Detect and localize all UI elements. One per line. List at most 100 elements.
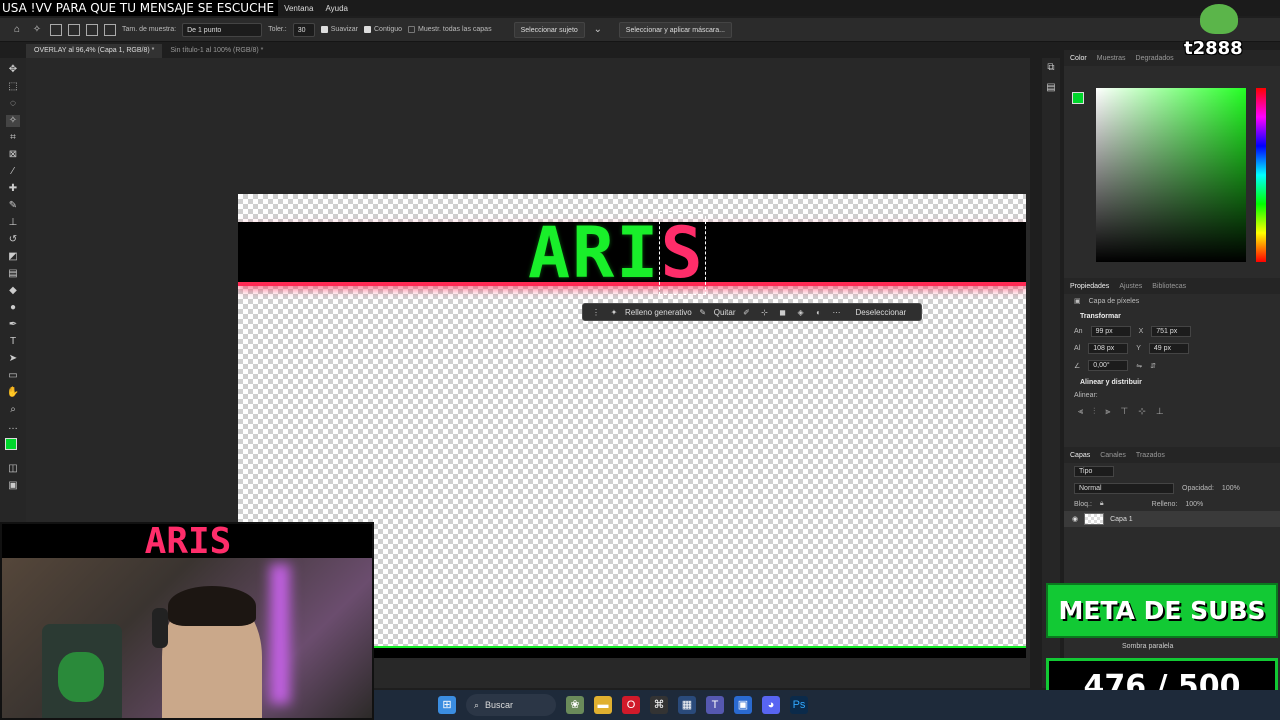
blend-mode-select[interactable]: Normal [1074, 483, 1174, 494]
fill-value[interactable]: 100% [1185, 501, 1203, 508]
home-icon[interactable]: ⌂ [10, 24, 24, 36]
angle-input[interactable]: 0,00° [1088, 360, 1129, 371]
menu-ventana[interactable]: Ventana [278, 4, 319, 13]
blur-tool-icon[interactable]: ◆ [6, 285, 20, 297]
width-input[interactable]: 99 px [1090, 326, 1131, 337]
remove-button[interactable]: Quitar [714, 308, 736, 317]
x-input[interactable]: 751 px [1151, 326, 1192, 337]
contiguous-checkbox[interactable]: Contiguo [364, 26, 402, 33]
magic-wand-icon[interactable]: ✧ [30, 24, 44, 36]
mask-icon[interactable]: ◼ [776, 308, 790, 317]
eyedropper-tool-icon[interactable]: ⁄ [6, 166, 20, 178]
transform-selection-icon[interactable]: ⊹ [758, 308, 772, 317]
antialias-checkbox[interactable]: Suavizar [320, 26, 358, 33]
flip-vertical-icon[interactable]: ⇵ [1150, 362, 1156, 370]
align-bottom-icon[interactable]: ⊥ [1156, 406, 1164, 417]
subtract-selection-icon[interactable] [86, 23, 98, 36]
tab-paths[interactable]: Trazados [1136, 452, 1165, 459]
align-center-icon[interactable]: ⫶ [1093, 406, 1095, 417]
zoom-tool-icon[interactable]: ⌕ [6, 404, 20, 416]
hue-slider[interactable] [1256, 88, 1266, 262]
dodge-tool-icon[interactable]: ● [6, 302, 20, 314]
store-icon[interactable]: ▣ [734, 696, 752, 714]
stream-ticker: USA !VV PARA QUE TU MENSAJE SE ESCUCHE [0, 0, 279, 16]
foreground-color[interactable] [5, 438, 17, 450]
tab-color[interactable]: Color [1070, 55, 1087, 62]
screen-mode-icon[interactable]: ▣ [6, 480, 20, 492]
brush-tool-icon[interactable]: ✎ [6, 200, 20, 212]
layer-filter-select[interactable]: Tipo [1074, 466, 1114, 477]
taskbar-search[interactable]: ⌕ Buscar [466, 694, 556, 716]
color-swatches[interactable] [3, 438, 23, 458]
tab-adjustments[interactable]: Ajustes [1119, 283, 1142, 290]
align-right-icon[interactable]: ⫸ [1105, 406, 1110, 417]
add-selection-icon[interactable] [68, 23, 80, 36]
file-explorer-icon[interactable]: ▬ [594, 696, 612, 714]
deselect-button[interactable]: Deseleccionar [856, 308, 907, 317]
select-subject-button[interactable]: Seleccionar sujeto [513, 21, 585, 38]
y-input[interactable]: 49 px [1148, 343, 1189, 354]
chevron-down-icon[interactable]: ⌄ [591, 24, 605, 36]
fill-icon[interactable]: ◈ [794, 308, 808, 317]
windows-start-icon[interactable]: ⊞ [438, 696, 456, 714]
color-panel-foreground[interactable] [1072, 92, 1084, 104]
new-selection-icon[interactable] [50, 23, 62, 36]
app-icon[interactable]: ⌘ [650, 696, 668, 714]
teams-icon[interactable]: T [706, 696, 724, 714]
align-middle-icon[interactable]: ⊹ [1138, 406, 1146, 417]
select-and-mask-button[interactable]: Seleccionar y aplicar máscara... [618, 21, 732, 38]
generative-fill-button[interactable]: Relleno generativo [625, 308, 692, 317]
tab-overlay[interactable]: OVERLAY al 96,4% (Capa 1, RGB/8) * [26, 44, 163, 58]
calculator-icon[interactable]: ▦ [678, 696, 696, 714]
tab-channels[interactable]: Canales [1100, 452, 1126, 459]
align-top-icon[interactable]: ⊤ [1120, 406, 1128, 417]
widgets-icon[interactable]: ❀ [566, 696, 584, 714]
tolerance-input[interactable]: 30 [292, 22, 315, 37]
lock-icon[interactable]: 🔒︎ [1100, 500, 1104, 508]
opacity-value[interactable]: 100% [1222, 485, 1240, 492]
history-panel-icon[interactable]: ⧉ [1044, 62, 1058, 74]
rectangle-tool-icon[interactable]: ▭ [6, 370, 20, 382]
menu-ayuda[interactable]: Ayuda [319, 4, 354, 13]
magic-wand-tool-icon[interactable]: ✧ [6, 115, 20, 127]
stamp-tool-icon[interactable]: ⊥ [6, 217, 20, 229]
opera-icon[interactable]: O [622, 696, 640, 714]
modify-selection-icon[interactable]: ✐ [740, 308, 754, 317]
hand-tool-icon[interactable]: ✋ [6, 387, 20, 399]
tab-properties[interactable]: Propiedades [1070, 283, 1109, 290]
pen-tool-icon[interactable]: ✒ [6, 319, 20, 331]
layer-row[interactable]: ◉ Capa 1 [1064, 511, 1280, 527]
gradient-tool-icon[interactable]: ▤ [6, 268, 20, 280]
tab-gradients[interactable]: Degradados [1136, 55, 1174, 62]
tab-libraries[interactable]: Bibliotecas [1152, 283, 1186, 290]
tab-untitled[interactable]: Sin título-1 al 100% (RGB/8) * [162, 44, 271, 58]
move-tool-icon[interactable]: ✥ [6, 64, 20, 76]
more-tools-icon[interactable]: … [6, 421, 20, 433]
align-left-icon[interactable]: ⫷ [1078, 406, 1083, 417]
crop-tool-icon[interactable]: ⌗ [6, 132, 20, 144]
flip-horizontal-icon[interactable]: ⇋ [1136, 362, 1142, 370]
marquee-tool-icon[interactable]: ⬚ [6, 81, 20, 93]
history-brush-icon[interactable]: ↺ [6, 234, 20, 246]
discord-icon[interactable]: ◕ [762, 696, 780, 714]
color-picker-field[interactable] [1096, 88, 1246, 262]
comments-panel-icon[interactable]: ▤ [1044, 82, 1058, 94]
drag-handle-icon[interactable]: ⋮ [589, 308, 603, 317]
height-input[interactable]: 108 px [1088, 343, 1129, 354]
tab-swatches[interactable]: Muestras [1097, 55, 1126, 62]
sample-size-select[interactable]: De 1 punto [182, 22, 263, 37]
photoshop-icon[interactable]: Ps [790, 696, 808, 714]
quick-mask-icon[interactable]: ◫ [6, 463, 20, 475]
eraser-tool-icon[interactable]: ◩ [6, 251, 20, 263]
intersect-selection-icon[interactable] [104, 23, 116, 36]
lasso-tool-icon[interactable]: ◌ [6, 98, 20, 110]
frame-tool-icon[interactable]: ⊠ [6, 149, 20, 161]
path-selection-icon[interactable]: ➤ [6, 353, 20, 365]
sample-all-layers-checkbox[interactable]: Muestr. todas las capas [408, 26, 492, 33]
healing-tool-icon[interactable]: ✚ [6, 183, 20, 195]
adjustment-icon[interactable]: ◐ [812, 308, 826, 317]
more-options-icon[interactable]: ⋯ [830, 308, 844, 317]
type-tool-icon[interactable]: T [6, 336, 20, 348]
tab-layers[interactable]: Capas [1070, 452, 1090, 459]
visibility-eye-icon[interactable]: ◉ [1072, 515, 1078, 523]
